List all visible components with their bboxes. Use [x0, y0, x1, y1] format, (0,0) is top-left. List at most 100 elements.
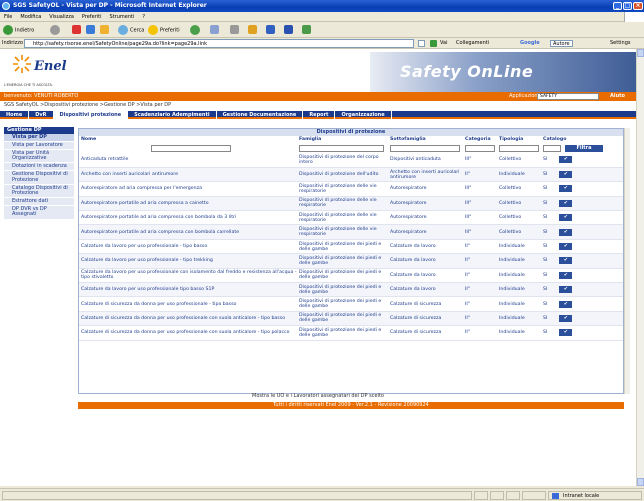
table-row[interactable]: Anticaduta retrattile Dispositivi di prot…: [79, 153, 623, 168]
cell-famiglia: Dispositivi di protezione dei piedi e de…: [297, 268, 388, 284]
select-row-check-icon[interactable]: ✔: [559, 171, 573, 179]
status-cell-2: [490, 491, 504, 500]
help-link[interactable]: Aiuto: [610, 92, 625, 101]
home-button[interactable]: [100, 25, 109, 35]
filter-button[interactable]: Filtra: [565, 144, 603, 152]
nav-home[interactable]: Home: [0, 111, 30, 119]
menu-help[interactable]: ?: [138, 12, 149, 22]
sidebar-item-vista-per-dp[interactable]: Vista per DP: [4, 134, 74, 142]
security-zone: Intranet locale: [548, 491, 642, 500]
table-row[interactable]: Calzature da lavoro per uso professional…: [79, 282, 623, 298]
filter-catalogo-input[interactable]: [543, 144, 561, 152]
select-row-check-icon[interactable]: ✔: [559, 286, 573, 294]
select-row-check-icon[interactable]: ✔: [559, 300, 573, 308]
filter-tipologia-input[interactable]: [499, 144, 539, 152]
table-row[interactable]: Autorespiratore portatile ad aria compre…: [79, 224, 623, 240]
search-button[interactable]: Cerca: [118, 25, 144, 35]
print-icon: [230, 25, 239, 34]
back-arrow-icon: [3, 25, 13, 35]
select-row-check-icon[interactable]: ✔: [559, 314, 573, 322]
go-button[interactable]: Vai: [440, 38, 448, 49]
close-button[interactable]: ×: [633, 2, 643, 10]
cell-famiglia: Dispositivi di protezione delle vie resp…: [297, 196, 388, 212]
sidebar-item-vista-per-unita[interactable]: Vista per Unità Organizzative: [4, 150, 74, 164]
scroll-up-icon[interactable]: [637, 49, 644, 57]
sidebar-item-estrattore-dati[interactable]: Estrattore dati: [4, 198, 74, 207]
sidebar-item-dp-dvr-vs-dp[interactable]: DP DVR vs DP Assegnati: [4, 206, 74, 220]
back-button[interactable]: Indietro: [3, 25, 34, 35]
cell-categoria: III°: [463, 153, 497, 168]
sidebar-item-vista-per-lavoratore[interactable]: Vista per Lavoratore: [4, 142, 74, 150]
address-dropdown-icon[interactable]: [418, 40, 425, 47]
table-row[interactable]: Calzature da lavoro per uso professional…: [79, 253, 623, 269]
sidebar-item-dotazioni-in-scadenza[interactable]: Dotazioni in scadenza: [4, 163, 74, 172]
filter-categoria-input[interactable]: [465, 144, 495, 152]
nav-scadenziario[interactable]: Scadenziario Adempimenti: [128, 111, 217, 119]
settings-button[interactable]: Settings: [610, 38, 631, 49]
edit-button[interactable]: [248, 25, 257, 35]
mail-button[interactable]: [210, 25, 219, 35]
menu-strumenti[interactable]: Strumenti: [106, 12, 139, 22]
go-arrow-icon[interactable]: [430, 40, 437, 47]
select-row-check-icon[interactable]: ✔: [559, 199, 573, 207]
messenger-icon: [266, 25, 275, 34]
menu-modifica[interactable]: Modifica: [16, 12, 45, 22]
select-row-check-icon[interactable]: ✔: [559, 185, 573, 193]
table-row[interactable]: Calzature da lavoro per uso professional…: [79, 239, 623, 255]
select-row-check-icon[interactable]: ✔: [559, 257, 573, 265]
nav-dispositivi-protezione[interactable]: Dispositivi protezione: [53, 111, 129, 119]
table-row[interactable]: Calzature di sicurezza da donna per uso …: [79, 311, 623, 327]
table-row[interactable]: Calzature da lavoro per uso professional…: [79, 268, 623, 284]
table-row[interactable]: Calzature di sicurezza da donna per uso …: [79, 325, 623, 341]
research-button[interactable]: [284, 25, 293, 35]
select-row-check-icon[interactable]: ✔: [559, 156, 573, 164]
table-row[interactable]: Autorespiratore ad aria compressa per l'…: [79, 181, 623, 197]
filter-nome-input[interactable]: [151, 144, 231, 152]
print-button[interactable]: [230, 25, 239, 35]
select-row-check-icon[interactable]: ✔: [559, 214, 573, 222]
select-row-check-icon[interactable]: ✔: [559, 243, 573, 251]
table-row[interactable]: Autorespiratore portatile ad aria compre…: [79, 196, 623, 212]
table-scrollbar[interactable]: [624, 128, 630, 394]
menu-preferiti[interactable]: Preferiti: [78, 12, 106, 22]
url-input[interactable]: http://safety.risorse.enel/SafetyOnline/…: [24, 39, 414, 48]
cell-sottofamiglia: Calzature di sicurezza: [388, 296, 463, 312]
nav-report[interactable]: Report: [303, 111, 336, 119]
nav-organizzazione[interactable]: Organizzazione: [335, 111, 392, 119]
history-button[interactable]: [190, 25, 202, 35]
sidebar-item-gestione-dispositivi[interactable]: Gestione Dispositivi di Protezione: [4, 171, 74, 185]
cell-categoria: III°: [463, 181, 497, 197]
tools-button[interactable]: [302, 25, 311, 35]
sidebar-header[interactable]: Gestione DP: [4, 127, 74, 134]
filter-famiglia-input[interactable]: [299, 144, 384, 152]
enel-tagline: L'ENERGIA CHE TI ASCOLTA.: [4, 83, 53, 87]
cell-tipologia: Collettivo: [497, 153, 541, 168]
column-header-nome: Nome: [81, 137, 97, 142]
applications-select[interactable]: SAFETY: [537, 93, 599, 100]
maximize-button[interactable]: □: [623, 2, 632, 10]
filter-sottofamiglia-input[interactable]: [390, 144, 460, 152]
stop-button[interactable]: [72, 25, 81, 35]
page-scrollbar[interactable]: [636, 49, 644, 486]
refresh-button[interactable]: [86, 25, 95, 35]
select-row-check-icon[interactable]: ✔: [559, 271, 573, 279]
favorites-button[interactable]: Preferiti: [148, 25, 180, 35]
table-row[interactable]: Calzature di sicurezza da donna per uso …: [79, 296, 623, 312]
select-row-check-icon[interactable]: ✔: [559, 228, 573, 236]
table-row[interactable]: Autorespiratore portatile ad aria compre…: [79, 210, 623, 226]
table-row[interactable]: Archetto con inserti auricolari antirumo…: [79, 167, 623, 183]
messenger-button[interactable]: [266, 25, 275, 35]
scroll-down-icon[interactable]: [637, 478, 644, 486]
minimize-button[interactable]: _: [613, 2, 622, 10]
browser-window: SGS SafetyOL - Vista per DP - Microsoft …: [0, 0, 644, 501]
cell-catalogo: SI ✔: [541, 311, 623, 327]
select-row-check-icon[interactable]: ✔: [559, 329, 573, 337]
menu-file[interactable]: File: [0, 12, 16, 22]
sidebar-item-catalogo-dispositivi[interactable]: Catalogo Dispositivi di Protezione: [4, 184, 74, 199]
nav-dvr[interactable]: DvR: [29, 111, 54, 119]
forward-button[interactable]: [50, 25, 62, 35]
nav-gestione-documentazione[interactable]: Gestione Documentazione: [217, 111, 304, 119]
google-search-options[interactable]: Autore: [550, 40, 573, 47]
menu-visualizza[interactable]: Visualizza: [45, 12, 78, 22]
links-label[interactable]: Collegamenti: [456, 38, 489, 49]
